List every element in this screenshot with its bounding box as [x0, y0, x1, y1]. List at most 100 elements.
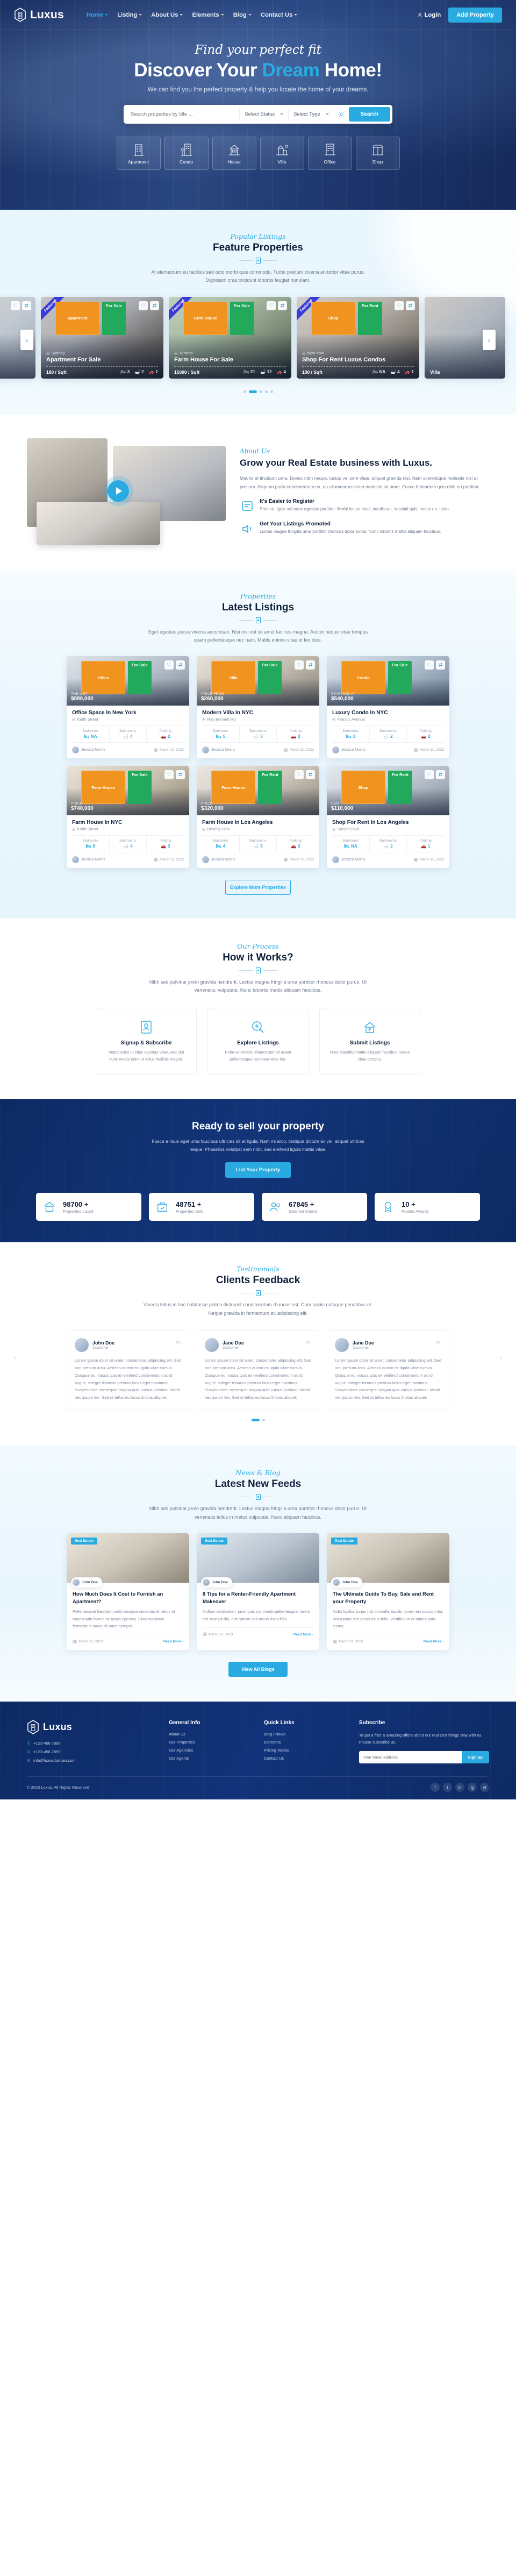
favorite-icon[interactable]: ♡	[164, 660, 174, 670]
carousel-next-button[interactable]: ›	[483, 329, 496, 350]
category-apartment[interactable]: Apartment	[116, 137, 161, 170]
carousel-dot[interactable]	[259, 390, 262, 393]
category-shop[interactable]: Shop	[355, 137, 400, 170]
footer-link-about[interactable]: About Us	[169, 1732, 252, 1737]
compare-icon[interactable]: ⇄	[176, 660, 185, 670]
nav-item-blog[interactable]: Blog	[233, 12, 252, 18]
twitter-icon[interactable]: t	[443, 1782, 452, 1792]
property-card[interactable]: Featured Farm House For Sale ♡ ⇄ ◎ Toront…	[169, 296, 291, 379]
search-button[interactable]: Search	[348, 107, 390, 122]
type-select[interactable]: Select Type	[288, 109, 333, 120]
compare-icon[interactable]: ⇄	[406, 301, 415, 310]
nav-item-contact[interactable]: Contact Us	[261, 12, 298, 18]
footer-logo[interactable]: Luxus	[27, 1719, 157, 1734]
carousel-dot-active[interactable]	[248, 390, 257, 393]
status-select[interactable]: Select Status	[239, 109, 288, 120]
footer-link-elements[interactable]: Elements	[264, 1740, 347, 1745]
testimonial-prev-button[interactable]: ‹	[10, 1353, 20, 1363]
listing-agent[interactable]: Jessica Morris	[332, 746, 366, 754]
listing-card[interactable]: Condo For Sale ♡ ⇄ STARTING AT $540,000 L…	[327, 656, 449, 759]
compare-icon[interactable]: ⇄	[22, 301, 31, 310]
blog-card[interactable]: Real Estate John Doe How Much Does It Co…	[67, 1533, 189, 1650]
view-all-blogs-button[interactable]: View All Blogs	[228, 1661, 288, 1677]
explore-more-button[interactable]: Explore More Properties	[225, 880, 291, 895]
favorite-icon[interactable]: ♡	[267, 301, 276, 310]
property-card[interactable]: Featured Apartment For Sale ♡ ⇄ ◎ Sydney …	[41, 296, 163, 379]
listing-agent[interactable]: Jessica Morris	[72, 746, 105, 754]
nav-item-elements[interactable]: Elements	[192, 12, 224, 18]
favorite-icon[interactable]: ♡	[425, 660, 434, 670]
favorite-icon[interactable]: ♡	[425, 770, 434, 780]
youtube-icon[interactable]: yt	[480, 1782, 489, 1792]
compare-icon[interactable]: ⇄	[436, 770, 445, 780]
compare-icon[interactable]: ⇄	[150, 301, 159, 310]
instagram-icon[interactable]: ig	[468, 1782, 477, 1792]
listing-card[interactable]: Villa For Sale ♡ ⇄ PRICE FROM $260,000 Mo…	[197, 656, 319, 759]
compare-icon[interactable]: ⇄	[278, 301, 287, 310]
login-button[interactable]: Login	[417, 12, 441, 18]
footer-link-pricing[interactable]: Pricing Tables	[264, 1748, 347, 1753]
subscribe-button[interactable]: Sign up	[461, 1750, 489, 1763]
testimonial-dot-active[interactable]	[251, 1419, 260, 1422]
nav-item-listing[interactable]: Listing	[117, 12, 142, 18]
category-villa[interactable]: Villa	[260, 137, 304, 170]
read-more-link[interactable]: Read More ›	[163, 1640, 183, 1643]
listing-agent[interactable]: Jessica Morris	[332, 856, 366, 864]
blog-card[interactable]: Real Estate John Doe The Ultimate Guide …	[327, 1533, 449, 1650]
favorite-icon[interactable]: ♡	[11, 301, 20, 310]
carousel-dot[interactable]	[270, 390, 273, 393]
footer-phone-1[interactable]: ✆ +123 456 7890	[27, 1741, 157, 1746]
advanced-filter-button[interactable]	[334, 111, 349, 118]
footer-email[interactable]: ✉ info@luxusdomain.com	[27, 1758, 157, 1763]
listing-card[interactable]: Office For Sale ♡ ⇄ THE LIST $880,000 Off…	[67, 656, 189, 759]
favorite-icon[interactable]: ♡	[295, 770, 304, 780]
play-video-button[interactable]	[108, 480, 129, 502]
carousel-dot[interactable]	[243, 390, 246, 393]
compare-icon[interactable]: ⇄	[306, 770, 315, 780]
footer-phone-2[interactable]: ✆ +123 456 7890	[27, 1749, 157, 1754]
brand-logo[interactable]: Luxus	[14, 8, 64, 22]
footer-link-agencies[interactable]: Our Agencies	[169, 1748, 252, 1753]
search-input[interactable]	[126, 111, 240, 117]
compare-icon[interactable]: ⇄	[176, 770, 185, 780]
listing-card[interactable]: Farm House For Rent ♡ ⇄ PRICE $320,000 Fa…	[197, 766, 319, 869]
listing-card[interactable]: Shop For Rent ♡ ⇄ RENT $110,000 Shop For …	[327, 766, 449, 869]
footer-link-blog[interactable]: Blog / News	[264, 1732, 347, 1737]
favorite-icon[interactable]: ♡	[395, 301, 404, 310]
listing-agent[interactable]: Jessica Morris	[72, 856, 105, 864]
category-office[interactable]: Office	[307, 137, 352, 170]
blog-header: News & Blog Latest New Feeds Nibh sed pu…	[0, 1469, 516, 1521]
compare-icon[interactable]: ⇄	[306, 660, 315, 670]
testimonial-next-button[interactable]: ›	[496, 1353, 506, 1363]
category-house[interactable]: House	[212, 137, 256, 170]
read-more-link[interactable]: Read More ›	[293, 1633, 313, 1636]
carousel-dot[interactable]	[264, 390, 268, 393]
footer-link-agents[interactable]: Our Agents	[169, 1756, 252, 1761]
compare-icon[interactable]: ⇄	[436, 660, 445, 670]
listing-price-badge: PRICE FROM $260,000	[201, 692, 225, 702]
favorite-icon[interactable]: ♡	[139, 301, 148, 310]
blog-card[interactable]: Real Estate John Doe 8 Tips for a Renter…	[197, 1533, 319, 1650]
subscribe-email-input[interactable]	[359, 1750, 462, 1763]
listing-agent[interactable]: Jessica Morris	[202, 746, 235, 754]
favorite-icon[interactable]: ♡	[164, 770, 174, 780]
property-card[interactable]: Featured Shop For Rent ♡ ⇄ ◎ New York Sho…	[297, 296, 419, 379]
testimonial-dots	[0, 1419, 516, 1422]
category-condo[interactable]: Condo	[164, 137, 209, 170]
read-more-link[interactable]: Read More ›	[424, 1640, 443, 1643]
testimonial-dot[interactable]	[262, 1419, 265, 1422]
facebook-icon[interactable]: f	[431, 1782, 440, 1792]
spec-bathrooms: Bathrooms 🛁 3	[239, 836, 277, 852]
nav-item-about[interactable]: About Us	[151, 12, 183, 18]
list-property-button[interactable]: List Your Property	[225, 1162, 291, 1178]
linkedin-icon[interactable]: in	[455, 1782, 464, 1792]
add-property-button[interactable]: Add Property	[448, 7, 502, 23]
footer-link-contact[interactable]: Contact Us	[264, 1756, 347, 1761]
footer-link-properties[interactable]: Our Properties	[169, 1740, 252, 1745]
nav-item-home[interactable]: Home	[87, 12, 109, 18]
listing-agent[interactable]: Jessica Morris	[202, 856, 235, 864]
listing-card[interactable]: Farm House For Sale ♡ ⇄ PRICE $740,000 Fa…	[67, 766, 189, 869]
favorite-icon[interactable]: ♡	[295, 660, 304, 670]
carousel-prev-button[interactable]: ‹	[20, 329, 33, 350]
listing-date: 🗓 March 10, 2023	[153, 748, 184, 752]
